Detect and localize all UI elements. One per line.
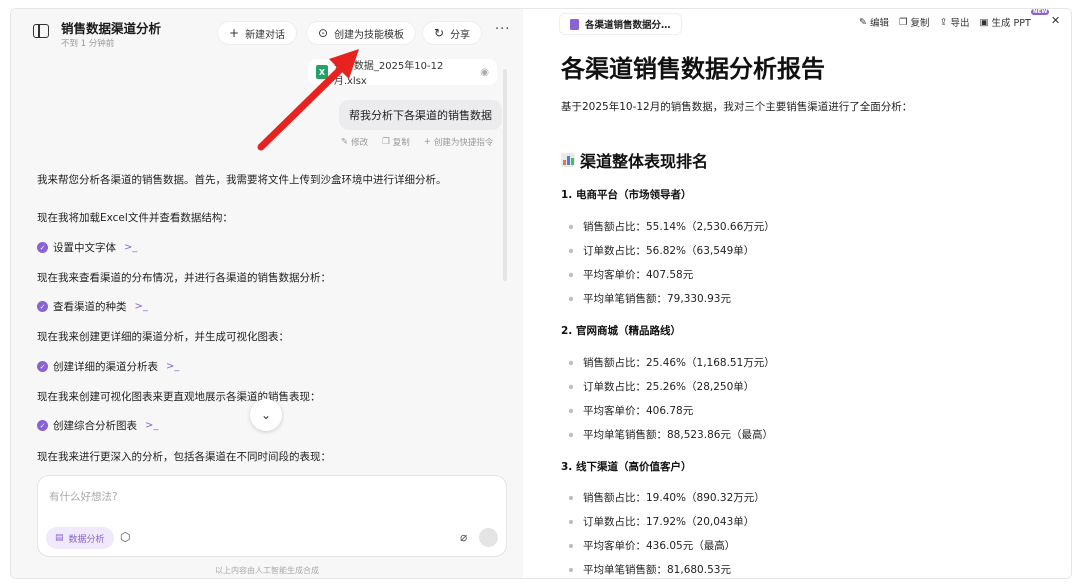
conversation-timestamp: 不到 1 分钟前 — [61, 39, 115, 49]
document-panel: 各渠道销售数据分… ✎ 编辑 ❐ 复制 ⇪ 导出 ▣ 生成 PPT NEW ✕ 各渠道销… — [523, 9, 1071, 578]
document-tab-title: 各渠道销售数据分… — [585, 20, 671, 31]
send-button[interactable] — [479, 528, 498, 547]
channel-metric: 订单数占比：56.82%（63,549单） — [569, 243, 754, 258]
generate-ppt-button[interactable]: ▣ 生成 PPT — [979, 15, 1031, 30]
document-tab[interactable]: 各渠道销售数据分… — [559, 13, 682, 35]
tool-call-label: 创建综合分析图表 — [53, 420, 137, 432]
check-icon: ✓ — [37, 361, 48, 372]
share-button[interactable]: ↻ 分享 — [422, 21, 483, 45]
tool-call-label: 设置中文字体 — [53, 242, 116, 254]
terminal-icon: >_ — [166, 361, 180, 372]
chat-input-box[interactable]: 有什么好想法? ▤ 数据分析 ⬡ ⌀ — [37, 475, 507, 557]
ai-message-text: 现在我来查看渠道的分布情况，并进行各渠道的销售数据分析： — [37, 272, 331, 284]
channel-heading: 2. 官网商城（精品路线） — [561, 325, 681, 337]
channel-metric: 平均单笔销售额：88,523.86元（最高） — [569, 427, 773, 442]
annotation-arrow — [257, 49, 359, 151]
channel-heading: 3. 线下渠道（高价值客户） — [561, 461, 692, 473]
channel-metric: 订单数占比：17.92%（20,043单） — [569, 514, 754, 529]
ai-message-text: 现在我来创建可视化图表来更直观地展示各渠道的销售表现： — [37, 391, 321, 403]
new-badge: NEW — [1031, 9, 1050, 15]
check-icon: ✓ — [37, 420, 48, 431]
plus-icon: + — [423, 137, 431, 147]
channel-metric: 销售额占比：19.40%（890.32万元） — [569, 490, 765, 505]
channel-metric: 销售额占比：25.46%（1,168.51万元） — [569, 355, 775, 370]
tool-call-label: 查看渠道的种类 — [53, 301, 127, 313]
channel-heading: 1. 电商平台（市场领导者） — [561, 189, 692, 201]
template-icon: ⊙ — [318, 26, 329, 40]
ppt-icon: ▣ — [979, 16, 989, 28]
section-heading: 渠道整体表现排名 — [561, 148, 708, 172]
share-icon: ↻ — [434, 26, 445, 40]
create-shortcut-button[interactable]: + 创建为快捷指令 — [424, 136, 494, 148]
channel-metric: 平均客单价：406.78元 — [569, 403, 693, 418]
edit-document-button[interactable]: ✎ 编辑 — [859, 15, 889, 30]
copy-message-button[interactable]: ❐ 复制 — [382, 136, 410, 148]
cube-icon[interactable]: ⬡ — [120, 530, 130, 544]
scroll-down-button[interactable]: ⌄ — [250, 399, 282, 431]
ai-message-text: 我来帮您分析各渠道的销售数据。首先，我需要将文件上传到沙盒环境中进行详细分析。 — [37, 174, 447, 186]
edit-icon: ✎ — [859, 16, 867, 28]
ai-message-text: 现在我来创建更详细的渠道分析，并生成可视化图表： — [37, 331, 289, 343]
copy-icon: ❐ — [382, 137, 390, 147]
check-icon: ✓ — [37, 301, 48, 312]
tool-call[interactable]: ✓ 查看渠道的种类 >_ — [37, 299, 148, 314]
tool-call-label: 创建详细的渠道分析表 — [53, 361, 158, 373]
terminal-icon: >_ — [134, 301, 148, 312]
ai-message-text: 现在我将加载Excel文件并查看数据结构： — [37, 212, 233, 224]
terminal-icon: >_ — [145, 420, 159, 431]
export-icon: ⇪ — [939, 16, 948, 28]
close-icon[interactable]: ✕ — [1051, 14, 1060, 27]
document-icon — [570, 18, 579, 30]
check-icon: ✓ — [37, 242, 48, 253]
app-window: 销售数据渠道分析 不到 1 分钟前 + 新建对话 ⊙ 创建为技能模板 ↻ 分享 … — [10, 8, 1072, 579]
document-intro: 基于2025年10-12月的销售数据，我对三个主要销售渠道进行了全面分析： — [561, 101, 913, 113]
terminal-icon: >_ — [124, 242, 138, 253]
preview-eye-icon[interactable]: ◉ — [480, 67, 489, 78]
channel-metric: 销售额占比：55.14%（2,530.66万元） — [569, 219, 775, 234]
more-options-icon[interactable]: ··· — [495, 22, 510, 37]
paperclip-icon[interactable]: ⌀ — [460, 530, 467, 544]
chat-input-placeholder: 有什么好想法? — [49, 491, 118, 503]
bar-chart-icon — [561, 153, 575, 167]
document-title: 各渠道销售数据分析报告 — [561, 55, 825, 83]
mode-label: 数据分析 — [68, 534, 105, 545]
channel-metric: 平均单笔销售额：79,330.93元 — [569, 291, 731, 306]
chat-panel: 销售数据渠道分析 不到 1 分钟前 + 新建对话 ⊙ 创建为技能模板 ↻ 分享 … — [11, 9, 523, 578]
section-heading-text: 渠道整体表现排名 — [580, 152, 709, 171]
channel-metric: 订单数占比：25.26%（28,250单） — [569, 379, 754, 394]
copy-icon: ❐ — [898, 16, 908, 28]
data-analysis-mode-button[interactable]: ▤ 数据分析 — [46, 527, 114, 549]
tool-call[interactable]: ✓ 创建综合分析图表 >_ — [37, 418, 158, 433]
channel-metric: 平均客单价：407.58元 — [569, 267, 693, 282]
ai-message-text: 现在我来进行更深入的分析，包括各渠道在不同时间段的表现： — [37, 451, 331, 463]
tool-call[interactable]: ✓ 创建详细的渠道分析表 >_ — [37, 359, 179, 374]
chevron-down-icon: ⌄ — [260, 408, 272, 422]
chat-scrollbar[interactable] — [503, 69, 507, 281]
ai-disclaimer: 以上内容由人工智能生成合成 — [215, 566, 319, 575]
conversation-title: 销售数据渠道分析 — [61, 21, 162, 36]
share-label: 分享 — [450, 29, 471, 41]
tool-call[interactable]: ✓ 设置中文字体 >_ — [37, 240, 137, 255]
chart-icon: ▤ — [55, 533, 64, 543]
channel-metric: 平均单笔销售额：81,680.53元 — [569, 562, 731, 577]
copy-document-button[interactable]: ❐ 复制 — [898, 15, 930, 30]
channel-metric: 平均客单价：436.05元（最高） — [569, 538, 735, 553]
plus-icon: + — [229, 26, 240, 40]
document-actions: ✎ 编辑 ❐ 复制 ⇪ 导出 ▣ 生成 PPT — [859, 15, 1031, 30]
sidebar-toggle-icon[interactable] — [33, 24, 49, 38]
export-button[interactable]: ⇪ 导出 — [939, 15, 970, 30]
